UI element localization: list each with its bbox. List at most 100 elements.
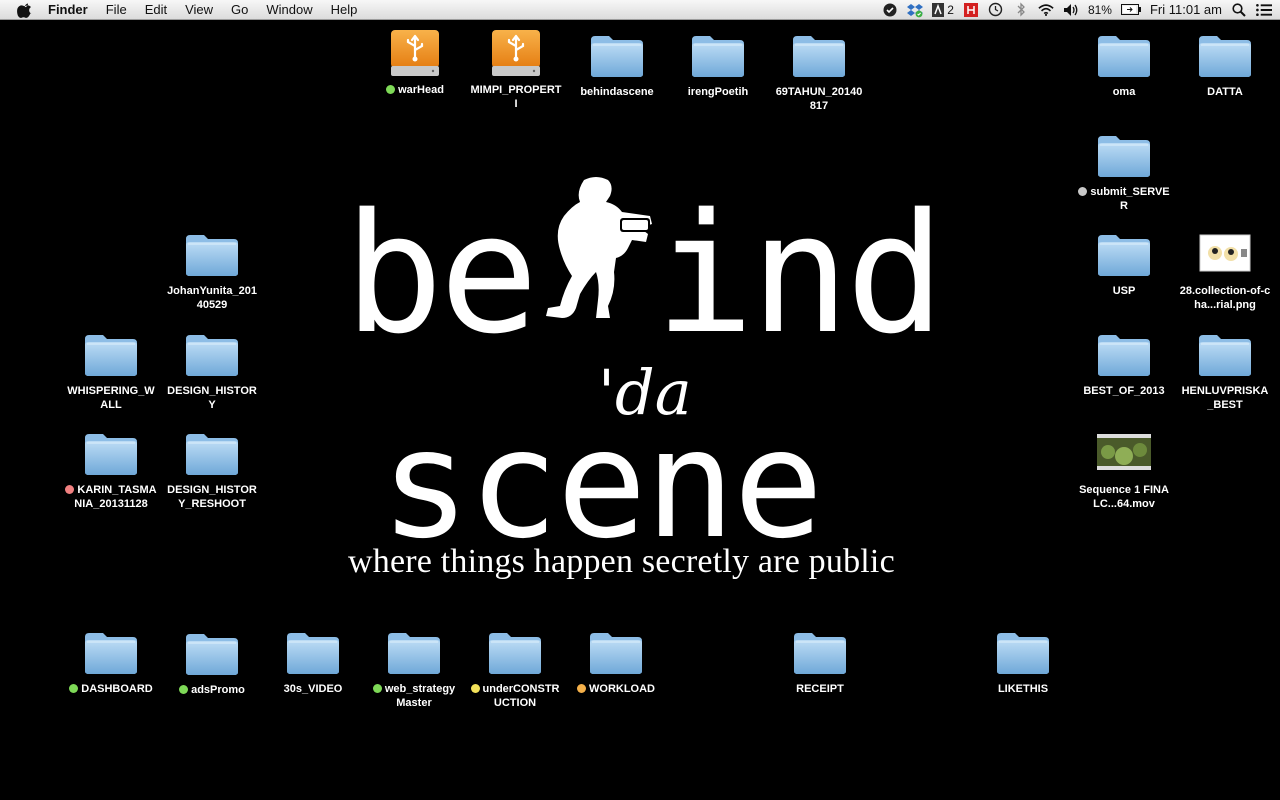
menu-help[interactable]: Help (322, 0, 367, 19)
folder-icon (1094, 329, 1154, 379)
desktop-item-mimpi-properti[interactable]: MIMPI_PROPERTI (466, 28, 566, 111)
folder-icon (1195, 30, 1255, 80)
desktop-item-label: Sequence 1 FINALC...64.mov (1079, 484, 1169, 510)
time-machine-icon[interactable] (988, 2, 1004, 18)
desktop-item-label: BEST_OF_2013 (1083, 385, 1165, 397)
desktop-item-adspromo[interactable]: adsPromo (162, 628, 262, 697)
desktop-item-label: LIKETHIS (997, 683, 1049, 695)
folder-icon (789, 30, 849, 80)
green-tag-icon (386, 85, 396, 94)
folder-icon (485, 627, 545, 677)
wallpaper-word-scene: scene (380, 398, 824, 572)
menu-edit[interactable]: Edit (136, 0, 176, 19)
folder-icon (688, 30, 748, 80)
folder-icon (81, 428, 141, 478)
desktop-item-label: MIMPI_PROPERTI (470, 84, 562, 110)
spotlight-search-icon[interactable] (1231, 2, 1247, 18)
desktop-item-collection-png[interactable]: 28.collection-of-cha...rial.png (1175, 229, 1275, 312)
desktop-item-label: warHead (398, 84, 444, 96)
folder-icon (1094, 30, 1154, 80)
usb-drive-icon (486, 28, 546, 78)
desktop-item-design-history-reshoot[interactable]: DESIGN_HISTORY_RESHOOT (162, 428, 262, 511)
apple-menu-icon[interactable] (16, 2, 34, 18)
folder-icon (81, 329, 141, 379)
desktop-item-whispering-wall[interactable]: WHISPERING_WALL (61, 329, 161, 412)
red-tag-icon (65, 485, 75, 494)
menu-window[interactable]: Window (257, 0, 321, 19)
desktop-item-dashboard[interactable]: DASHBOARD (61, 627, 161, 696)
menu-view[interactable]: View (176, 0, 222, 19)
folder-icon (586, 627, 646, 677)
desktop-item-warhead[interactable]: warHead (365, 28, 465, 97)
adobe-updates-icon[interactable]: 2 (932, 2, 954, 18)
desktop-item-workload[interactable]: WORKLOAD (566, 627, 666, 696)
desktop-item-30s-video[interactable]: 30s_VIDEO (263, 627, 363, 696)
desktop-item-label: USP (1112, 285, 1136, 297)
desktop-item-receipt[interactable]: RECEIPT (770, 627, 870, 696)
menu-bar: Finder File Edit View Go Window Help 2 8… (0, 0, 1280, 20)
folder-icon (182, 428, 242, 478)
clock[interactable]: Fri 11:01 am (1150, 2, 1222, 17)
wallpaper-word-ind: ind (655, 178, 945, 370)
desktop-item-sequence-mov[interactable]: Sequence 1 FINALC...64.mov (1074, 428, 1174, 511)
desktop-item-label: submit_SERVER (1090, 186, 1170, 212)
desktop-item-label: oma (1112, 86, 1136, 98)
desktop-item-usp[interactable]: USP (1074, 229, 1174, 298)
desktop-item-label: DATTA (1207, 86, 1243, 98)
desktop-item-johanyunita[interactable]: JohanYunita_20140529 (162, 229, 262, 312)
desktop-item-karin-tasmania[interactable]: KARIN_TASMANIA_20131128 (61, 428, 161, 511)
green-tag-icon (372, 684, 382, 693)
wifi-icon[interactable] (1038, 2, 1054, 18)
desktop-item-label: behindascene (580, 86, 654, 98)
desktop-item-label: 69TAHUN_20140817 (775, 86, 863, 112)
desktop-item-behindascene[interactable]: behindascene (567, 30, 667, 99)
notification-center-icon[interactable] (1256, 2, 1272, 18)
volume-icon[interactable] (1063, 2, 1079, 18)
bluetooth-icon[interactable] (1013, 2, 1029, 18)
wallpaper-word-be: be (344, 178, 539, 370)
desktop-item-69tahun[interactable]: 69TAHUN_20140817 (769, 30, 869, 113)
desktop-item-label: RECEIPT (796, 683, 844, 695)
desktop-item-label: underCONSTRUCTION (482, 683, 560, 709)
folder-icon (1094, 130, 1154, 180)
image-file-icon (1199, 234, 1251, 272)
desktop-item-label: WHISPERING_WALL (67, 385, 155, 411)
app-badge-icon[interactable] (963, 2, 979, 18)
desktop-item-web-strategy[interactable]: web_strategy Master (364, 627, 464, 710)
folder-icon (384, 627, 444, 677)
desktop-item-best-of-2013[interactable]: BEST_OF_2013 (1074, 329, 1174, 398)
battery-icon[interactable] (1120, 2, 1141, 18)
desktop-item-submit-server[interactable]: submit_SERVER (1074, 130, 1174, 213)
menu-file[interactable]: File (97, 0, 136, 19)
folder-icon (790, 627, 850, 677)
desktop-item-label: KARIN_TASMANIA_20131128 (74, 484, 157, 510)
notification-check-icon[interactable] (882, 2, 898, 18)
orange-tag-icon (577, 684, 586, 693)
desktop-item-design-history[interactable]: DESIGN_HISTORY (162, 329, 262, 412)
folder-icon (182, 229, 242, 279)
desktop-item-datta[interactable]: DATTA (1175, 30, 1275, 99)
wallpaper-tagline: where things happen secretly are public (348, 543, 895, 580)
desktop-item-label: adsPromo (191, 684, 245, 696)
yellow-tag-icon (470, 684, 480, 693)
desktop-item-label: WORKLOAD (589, 683, 655, 695)
folder-icon (182, 329, 242, 379)
dropbox-icon[interactable] (907, 2, 924, 18)
desktop-item-label: DESIGN_HISTORY (167, 385, 257, 411)
desktop-item-label: JohanYunita_20140529 (167, 285, 257, 311)
folder-icon (283, 627, 343, 677)
desktop-item-label: web_strategy Master (384, 683, 456, 709)
desktop-item-label: DASHBOARD (81, 683, 153, 695)
movie-file-icon (1097, 434, 1151, 470)
folder-icon (81, 627, 141, 677)
menu-app-finder[interactable]: Finder (46, 0, 97, 19)
gray-tag-icon (1078, 187, 1088, 196)
desktop-item-henluvpriska[interactable]: HENLUVPRISKA_BEST (1175, 329, 1275, 412)
desktop-item-irengpoetih[interactable]: irengPoetih (668, 30, 768, 99)
desktop-item-likethis[interactable]: LIKETHIS (973, 627, 1073, 696)
desktop-item-label: 30s_VIDEO (283, 683, 343, 695)
folder-icon (1094, 229, 1154, 279)
desktop-item-underconstruction[interactable]: underCONSTRUCTION (465, 627, 565, 710)
menu-go[interactable]: Go (222, 0, 257, 19)
desktop-item-oma[interactable]: oma (1074, 30, 1174, 99)
